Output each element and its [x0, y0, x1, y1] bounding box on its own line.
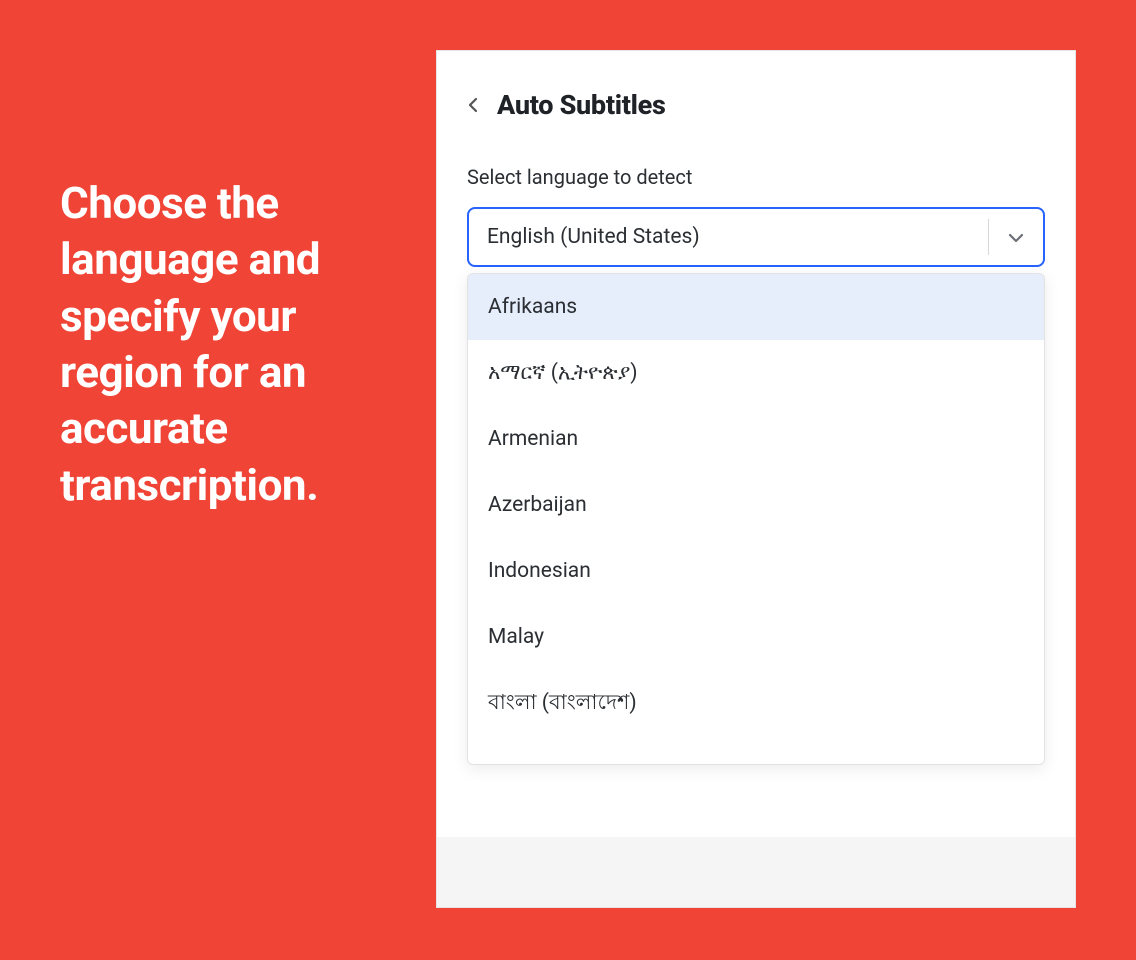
panel-header: Auto Subtitles — [467, 89, 1045, 121]
panel-title: Auto Subtitles — [497, 89, 666, 121]
language-dropdown[interactable]: Afrikaans አማርኛ (ኢትዮጵያ) Armenian Azerbaij… — [467, 273, 1045, 765]
dropdown-option[interactable]: Malay — [468, 604, 1044, 670]
language-select[interactable]: English (United States) — [467, 207, 1045, 267]
language-label: Select language to detect — [467, 165, 1045, 189]
language-select-value: English (United States) — [469, 209, 988, 265]
dropdown-option[interactable]: বাংলা (বাংলাদেশ) — [468, 670, 1044, 736]
dropdown-option[interactable] — [468, 736, 1044, 765]
dropdown-option[interactable]: Indonesian — [468, 538, 1044, 604]
dropdown-option[interactable]: Azerbaijan — [468, 472, 1044, 538]
dropdown-option[interactable]: Afrikaans — [468, 274, 1044, 340]
panel-footer-stripe — [437, 837, 1075, 907]
chevron-down-icon[interactable] — [989, 209, 1043, 265]
back-icon[interactable] — [467, 96, 479, 114]
dropdown-option[interactable]: አማርኛ (ኢትዮጵያ) — [468, 340, 1044, 406]
promo-heading: Choose the language and specify your reg… — [60, 175, 410, 513]
dropdown-option[interactable]: Armenian — [468, 406, 1044, 472]
settings-panel: Auto Subtitles Select language to detect… — [436, 50, 1076, 908]
